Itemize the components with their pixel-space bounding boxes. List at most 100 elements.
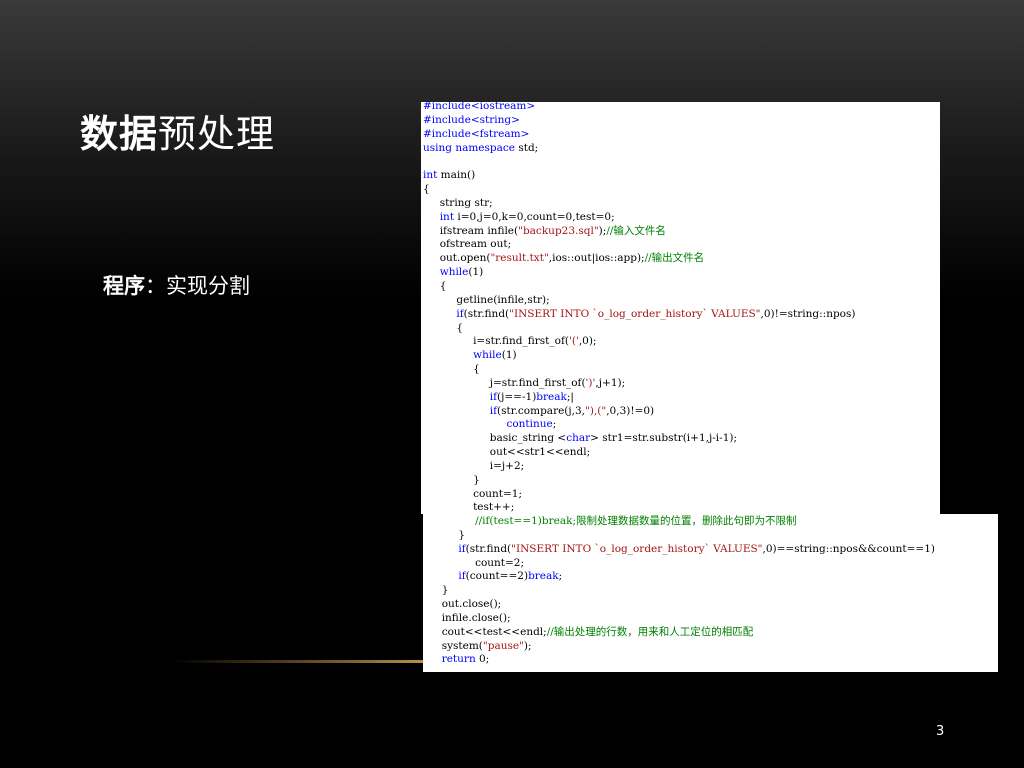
code-token: while (473, 349, 502, 362)
code-token: ,0); (578, 335, 597, 348)
code-line: #include<string> (423, 114, 855, 128)
code-line: } (423, 474, 855, 488)
code-line: cout<<test<<endl;//输出处理的行数，用来和人工定位的相匹配 (425, 626, 935, 640)
code-line: i=j+2; (423, 460, 855, 474)
code-token: { (423, 183, 430, 196)
code-line: string str; (423, 197, 855, 211)
decorative-divider-line (170, 660, 460, 663)
code-line: //if(test==1)break;限制处理数据数量的位置，删除此句即为不限制 (425, 515, 935, 529)
code-token: j=str.find_first_of( (423, 376, 586, 389)
code-token: "pause" (482, 639, 524, 652)
code-line: if(j==-1)break;| (423, 391, 855, 405)
code-line: { (423, 183, 855, 197)
code-line: #include<iostream> (423, 102, 855, 114)
code-token: out<<str1<<endl; (423, 446, 591, 459)
code-screenshot-top: #include<iostream> #include<string> #inclu… (421, 102, 940, 514)
slide-subtitle-bold: 程序 (103, 274, 145, 298)
code-line: if(str.compare(j,3,"),(",0,3)!=0) (423, 405, 855, 419)
code-token: ,j+1); (595, 376, 626, 389)
code-token: '(' (568, 335, 579, 348)
code-line: return 0; (425, 653, 935, 667)
code-token: (str.find( (463, 307, 510, 320)
code-token: { (423, 321, 464, 334)
code-block-top: #include<iostream> #include<string> #inclu… (423, 102, 855, 514)
code-line: out.close(); (425, 598, 935, 612)
code-token: ;| (566, 390, 574, 403)
code-token: ,0,3)!=0) (606, 404, 655, 417)
code-token: i=0,j=0,k=0,count=0,test=0; (454, 210, 615, 223)
code-token: break (536, 390, 567, 403)
code-token: i=j+2; (423, 459, 525, 472)
code-token: ofstream out; (423, 238, 512, 251)
code-line: i=str.find_first_of('(',0); (423, 335, 855, 349)
code-token: if (458, 570, 466, 583)
code-token: "),(" (585, 404, 607, 417)
code-line: test++; (423, 501, 855, 514)
code-token: //输入文件名 (606, 224, 666, 237)
code-line: continue; (423, 418, 855, 432)
code-token: "INSERT INTO `o_log_order_history` VALUE… (509, 307, 761, 320)
code-token: ; (552, 418, 557, 431)
code-token: #include<iostream> (423, 102, 536, 112)
code-token: int (423, 169, 438, 182)
code-token: 0; (475, 653, 490, 666)
code-token: return (441, 653, 476, 666)
code-token: ; (558, 570, 563, 583)
page-number: 3 (936, 724, 945, 739)
code-line: } (425, 584, 935, 598)
code-block-bottom: //if(test==1)break;限制处理数据数量的位置，删除此句即为不限制… (425, 515, 935, 667)
code-token: break (528, 570, 559, 583)
code-line: system("pause"); (425, 640, 935, 654)
code-token: ifstream infile( (423, 224, 519, 237)
code-line: if(count==2)break; (425, 570, 935, 584)
code-token: cout<<test<<endl; (425, 625, 547, 638)
code-token: if (489, 404, 498, 417)
code-line: if(str.find("INSERT INTO `o_log_order_hi… (425, 543, 935, 557)
code-line: while(1) (423, 266, 855, 280)
code-token: ,ios::out|ios::app); (548, 252, 645, 265)
code-token: string str; (423, 196, 493, 209)
code-token: while (439, 266, 469, 279)
code-token: int (439, 210, 455, 223)
code-token: > str1=str.substr(i+1,j-i-1); (590, 432, 738, 445)
code-token: (count==2) (465, 570, 529, 583)
slide-title: 数据预处理 (80, 103, 275, 158)
slide-title-rest: 预处理 (158, 112, 276, 156)
code-line: using namespace std; (423, 142, 855, 156)
code-line: if(str.find("INSERT INTO `o_log_order_hi… (423, 308, 855, 322)
code-token: ,0)!=string::npos) (760, 307, 856, 320)
code-token: if (456, 307, 464, 320)
code-token: //if(test==1)break;限制处理数据数量的位置，删除此句即为不限制 (475, 515, 797, 527)
code-line: ifstream infile("backup23.sql");//输入文件名 (423, 225, 855, 239)
code-token: (1) (468, 266, 484, 279)
code-line: int i=0,j=0,k=0,count=0,test=0; (423, 211, 855, 225)
code-token: } (423, 473, 480, 486)
code-token: "result.txt" (490, 252, 549, 265)
code-screenshot-bottom: //if(test==1)break;限制处理数据数量的位置，删除此句即为不限制… (423, 514, 998, 672)
code-token: (j==-1) (497, 390, 537, 403)
code-line: count=2; (425, 557, 935, 571)
code-token: (str.find( (465, 542, 512, 555)
code-token: ')' (585, 376, 596, 389)
code-token: (1) (501, 349, 517, 362)
code-line: getline(infile,str); (423, 294, 855, 308)
code-token: //输出文件名 (644, 252, 705, 265)
code-token: out.open( (423, 252, 491, 265)
code-token: test++; (423, 501, 515, 514)
code-line: j=str.find_first_of(')',j+1); (423, 377, 855, 391)
code-token: (str.compare(j,3, (497, 404, 586, 417)
code-token: ,0)==string::npos&&count==1) (762, 542, 935, 555)
code-token: "backup23.sql" (518, 224, 599, 237)
code-line: count=1; (423, 488, 855, 502)
code-line: while(1) (423, 349, 855, 363)
code-token: //输出处理的行数，用来和人工定位的相匹配 (546, 625, 754, 638)
code-line: out<<str1<<endl; (423, 446, 855, 460)
